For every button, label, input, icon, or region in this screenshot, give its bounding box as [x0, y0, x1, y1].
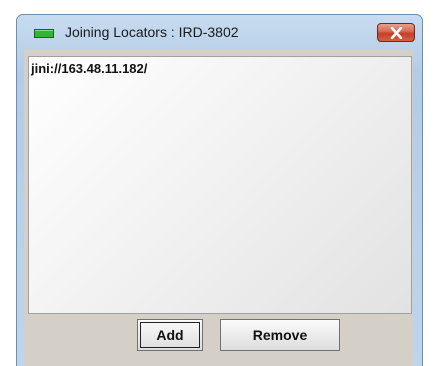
remove-button-label: Remove	[252, 327, 308, 343]
status-indicator-icon	[34, 29, 54, 38]
window-title: Joining Locators : IRD-3802	[65, 24, 239, 40]
joining-locators-dialog: Joining Locators : IRD-3802 jini://163.4…	[16, 14, 423, 366]
close-button[interactable]	[377, 23, 415, 42]
locator-item[interactable]: jini://163.48.11.182/	[31, 61, 147, 76]
locator-protocol: jini://	[31, 61, 62, 76]
close-x-icon	[390, 27, 403, 39]
locator-address: 163.48.11.182/	[61, 61, 148, 76]
dialog-content: jini://163.48.11.182/ Add Remove	[24, 49, 413, 366]
add-button-label: Add	[156, 327, 184, 343]
title-bar[interactable]: Joining Locators : IRD-3802	[17, 15, 422, 47]
locator-list[interactable]: jini://163.48.11.182/	[28, 56, 412, 314]
remove-button[interactable]: Remove	[220, 319, 340, 351]
add-button[interactable]: Add	[137, 319, 203, 351]
